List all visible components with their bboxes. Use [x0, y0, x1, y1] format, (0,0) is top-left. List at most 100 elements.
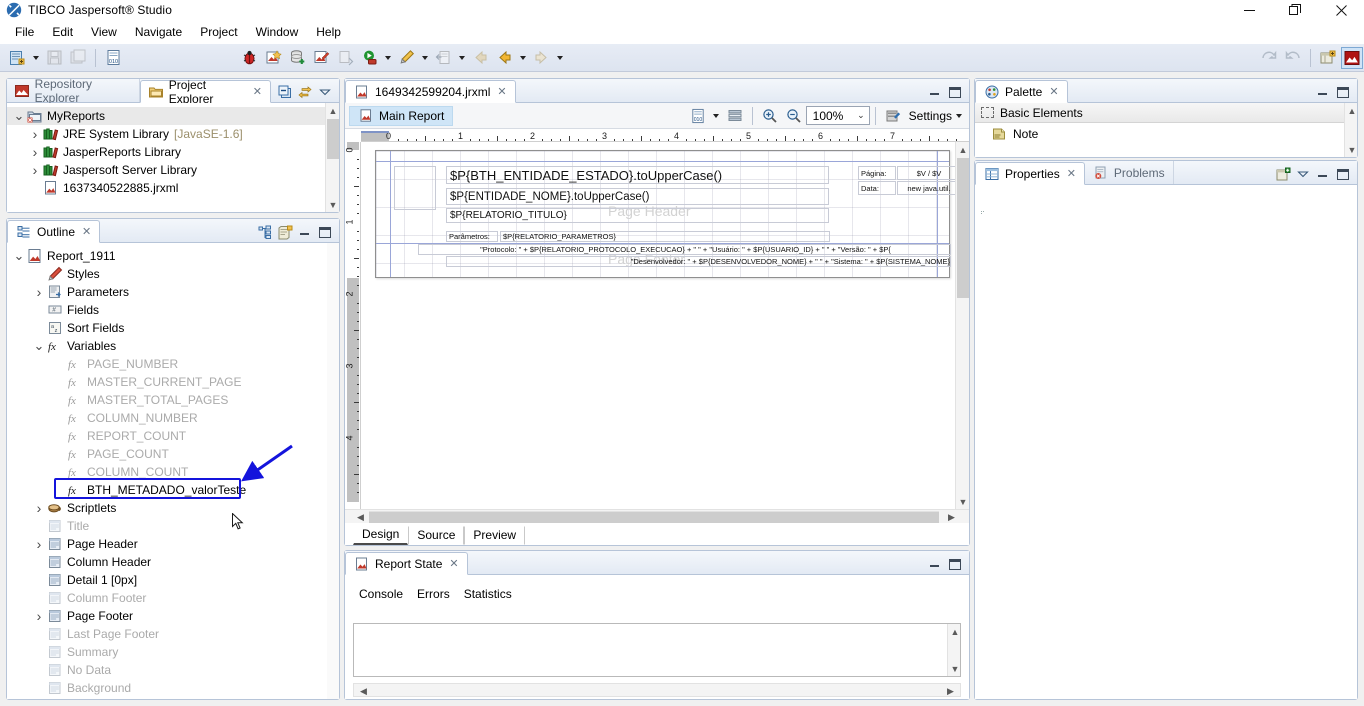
- back-dropdown-arrow[interactable]: [516, 47, 529, 69]
- menu-help[interactable]: Help: [307, 22, 350, 42]
- scroll-thumb[interactable]: [369, 511, 939, 523]
- outline-row[interactable]: fx PAGE_COUNT: [7, 445, 339, 463]
- subtab-statistics[interactable]: Statistics: [464, 587, 512, 601]
- element-data-value[interactable]: new java.util.: [897, 181, 959, 195]
- run-dropdown-arrow[interactable]: [381, 47, 394, 69]
- element-entidade-estado[interactable]: $P{BTH_ENTIDADE_ESTADO}.toUpperCase(): [446, 166, 829, 184]
- project-tree-row[interactable]: 1637340522885.jrxml: [7, 179, 339, 197]
- palette-item-note[interactable]: Note: [975, 123, 1357, 145]
- jaspersoft-perspective-icon[interactable]: [1341, 46, 1363, 69]
- outline-row[interactable]: fx COLUMN_NUMBER: [7, 409, 339, 427]
- project-tree[interactable]: MyReportsJRE System Library[JavaSE-1.6]J…: [7, 103, 339, 197]
- scroll-up-arrow[interactable]: ▲: [326, 103, 339, 118]
- outline-row[interactable]: Title: [7, 517, 339, 535]
- canvas-vscrollbar[interactable]: ▲ ▼: [955, 142, 969, 509]
- new-adapter-icon[interactable]: [310, 47, 332, 69]
- settings-icon[interactable]: [882, 105, 904, 127]
- menu-file[interactable]: File: [6, 22, 43, 42]
- close-icon[interactable]: ✕: [1067, 167, 1076, 180]
- scroll-down-arrow[interactable]: ▼: [1345, 142, 1357, 157]
- twisty-open-icon[interactable]: [31, 337, 47, 355]
- scroll-right-arrow[interactable]: ▶: [943, 684, 958, 698]
- format-brush-dropdown-arrow[interactable]: [418, 47, 431, 69]
- project-tree-row[interactable]: JasperReports Library: [7, 143, 339, 161]
- tab-repository-explorer[interactable]: Repository Explorer: [7, 77, 141, 105]
- menu-window[interactable]: Window: [247, 22, 308, 42]
- minimize-icon[interactable]: [927, 84, 943, 100]
- zoom-in-icon[interactable]: [759, 105, 781, 127]
- outline-row[interactable]: Column Footer: [7, 589, 339, 607]
- project-explorer-vscrollbar[interactable]: ▲ ▼: [325, 103, 339, 212]
- run-icon[interactable]: [358, 47, 380, 69]
- subtab-errors[interactable]: Errors: [417, 587, 450, 601]
- console-hscrollbar[interactable]: ◀ ▶: [353, 683, 961, 697]
- properties-body[interactable]: [975, 185, 1357, 699]
- close-icon[interactable]: ✕: [449, 557, 458, 570]
- outline-row[interactable]: fx MASTER_CURRENT_PAGE: [7, 373, 339, 391]
- compile-report-icon[interactable]: 010: [102, 47, 124, 69]
- element-protocolo-line[interactable]: "Protocolo: " + $P{RELATORIO_PROTOCOLO_E…: [418, 244, 951, 255]
- menu-navigate[interactable]: Navigate: [126, 22, 191, 42]
- tab-outline[interactable]: Outline ✕: [7, 220, 101, 243]
- editor-hscrollbar[interactable]: ◀ ▶: [345, 509, 969, 523]
- menu-view[interactable]: View: [82, 22, 126, 42]
- minimize-icon[interactable]: [1315, 166, 1331, 182]
- subtab-console[interactable]: Console: [359, 587, 403, 601]
- outline-row[interactable]: Summary: [7, 643, 339, 661]
- compile-dropdown-arrow[interactable]: [710, 105, 723, 127]
- twisty-open-icon[interactable]: [11, 247, 27, 265]
- twisty-closed-icon[interactable]: [31, 535, 47, 553]
- scroll-left-arrow[interactable]: ◀: [356, 684, 371, 698]
- close-icon[interactable]: ✕: [253, 85, 262, 98]
- twisty-closed-icon[interactable]: [27, 125, 43, 143]
- tab-report-state[interactable]: Report State ✕: [345, 552, 468, 575]
- element-parametros-label[interactable]: Parâmetros:: [446, 231, 498, 242]
- tab-preview[interactable]: Preview: [464, 526, 526, 545]
- maximize-icon[interactable]: [1335, 84, 1351, 100]
- outline-row[interactable]: Parameters: [7, 283, 339, 301]
- new-datasource-icon[interactable]: [286, 47, 308, 69]
- show-tree-icon[interactable]: [257, 224, 273, 240]
- tab-source[interactable]: Source: [408, 526, 465, 545]
- twisty-closed-icon[interactable]: [31, 499, 47, 517]
- scroll-thumb[interactable]: [327, 119, 339, 159]
- scroll-right-arrow[interactable]: ▶: [944, 510, 959, 524]
- tab-properties[interactable]: Properties ✕: [975, 162, 1085, 185]
- tab-palette[interactable]: Palette ✕: [975, 80, 1068, 103]
- outline-row-highlighted[interactable]: fx BTH_METADADO_valorTeste: [7, 481, 339, 499]
- palette-category-basic-elements[interactable]: Basic Elements «: [975, 103, 1357, 123]
- maximize-icon[interactable]: [317, 224, 333, 240]
- close-button[interactable]: [1318, 0, 1364, 20]
- close-icon[interactable]: ✕: [497, 85, 506, 98]
- twisty-closed-icon[interactable]: [31, 283, 47, 301]
- menu-edit[interactable]: Edit: [43, 22, 82, 42]
- outline-row[interactable]: Last Page Footer: [7, 625, 339, 643]
- properties-icon[interactable]: [277, 224, 293, 240]
- outline-row[interactable]: fx COLUMN_COUNT: [7, 463, 339, 481]
- scroll-down-arrow[interactable]: ▼: [948, 661, 960, 676]
- palette-vscrollbar[interactable]: ▲ ▼: [1344, 103, 1357, 157]
- element-pagina-value[interactable]: $V / $V: [897, 166, 959, 180]
- outline-row[interactable]: Column Header: [7, 553, 339, 571]
- menu-project[interactable]: Project: [191, 22, 246, 42]
- main-report-button[interactable]: Main Report: [349, 105, 454, 126]
- project-tree-row[interactable]: JRE System Library [JavaSE-1.6]: [7, 125, 339, 143]
- element-relatorio-titulo[interactable]: $P{RELATORIO_TITULO}: [446, 208, 829, 223]
- outline-row[interactable]: Scriptlets: [7, 499, 339, 517]
- close-icon[interactable]: ✕: [82, 225, 91, 238]
- outline-tree[interactable]: Report_1911 Styles Parameters # Fields az Sort…: [7, 243, 339, 697]
- format-brush-icon[interactable]: [395, 47, 417, 69]
- scroll-down-arrow[interactable]: ▼: [956, 494, 969, 509]
- outline-row[interactable]: fx REPORT_COUNT: [7, 427, 339, 445]
- console-output[interactable]: ▲ ▼: [353, 623, 961, 677]
- minimize-icon[interactable]: [297, 224, 313, 240]
- pin-icon[interactable]: [1275, 166, 1291, 182]
- forward-dropdown-arrow[interactable]: [553, 47, 566, 69]
- back-icon[interactable]: [493, 47, 515, 69]
- twisty-closed-icon[interactable]: [27, 161, 43, 179]
- element-entidade-nome[interactable]: $P{ENTIDADE_NOME}.toUpperCase(): [446, 188, 829, 205]
- maximize-button[interactable]: [1272, 0, 1318, 20]
- element-photo-placeholder[interactable]: [394, 166, 436, 210]
- outline-row[interactable]: Report_1911: [7, 247, 339, 265]
- outline-row[interactable]: Styles: [7, 265, 339, 283]
